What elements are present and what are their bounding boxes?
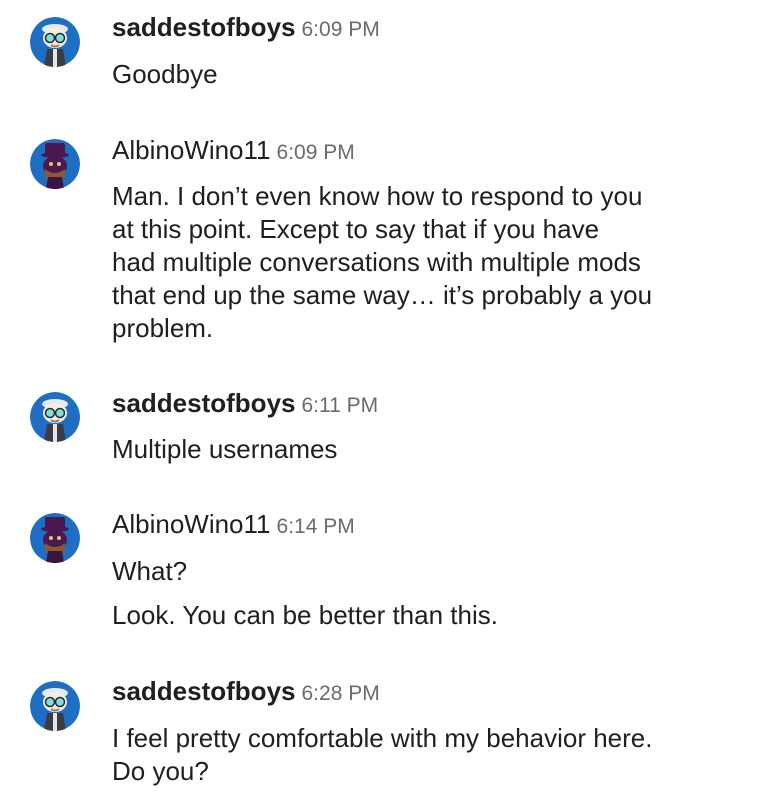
message-header: saddestofboys 6:28 PM [112, 676, 380, 707]
timestamp: 6:14 PM [276, 515, 355, 538]
albinowino11-avatar-icon[interactable] [30, 513, 80, 563]
message-line: that end up the same way… it’s probably … [112, 280, 653, 310]
timestamp: 6:28 PM [301, 682, 380, 705]
username[interactable]: saddestofboys [112, 676, 296, 706]
message-line: problem. [112, 313, 214, 343]
message-line: Do you? [112, 756, 209, 786]
message-text-followup: Look. You can be better than this. [112, 599, 498, 632]
message-line: had multiple conversations with multiple… [112, 247, 641, 277]
saddestofboys-avatar-icon[interactable] [30, 17, 80, 67]
username[interactable]: saddestofboys [112, 12, 296, 42]
saddestofboys-avatar-icon[interactable] [30, 681, 80, 731]
message-line: Multiple usernames [112, 434, 338, 464]
message-line: Man. I don’t even know how to respond to… [112, 181, 643, 211]
message-text: Multiple usernames [112, 433, 337, 466]
username[interactable]: AlbinoWino11 [112, 509, 271, 539]
message-line: What? [112, 556, 188, 586]
message-text: What? [112, 555, 187, 588]
saddestofboys-avatar-icon[interactable] [30, 392, 80, 442]
message-line: I feel pretty comfortable with my behavi… [112, 723, 653, 753]
username[interactable]: AlbinoWino11 [112, 135, 271, 165]
timestamp: 6:11 PM [301, 394, 379, 417]
message-text: Man. I don’t even know how to respond to… [112, 180, 652, 345]
message-line: Look. You can be better than this. [112, 600, 498, 630]
username[interactable]: saddestofboys [112, 388, 296, 418]
message-line: at this point. Except to say that if you… [112, 214, 600, 244]
message-header: AlbinoWino11 6:09 PM [112, 135, 355, 166]
message-text: Goodbye [112, 58, 218, 91]
message-line: Goodbye [112, 59, 218, 89]
message-header: saddestofboys 6:09 PM [112, 12, 380, 43]
albinowino11-avatar-icon[interactable] [30, 139, 80, 189]
message-text: I feel pretty comfortable with my behavi… [112, 722, 652, 788]
timestamp: 6:09 PM [276, 141, 355, 164]
timestamp: 6:09 PM [301, 18, 380, 41]
message-header: AlbinoWino11 6:14 PM [112, 509, 355, 540]
message-header: saddestofboys 6:11 PM [112, 388, 378, 419]
